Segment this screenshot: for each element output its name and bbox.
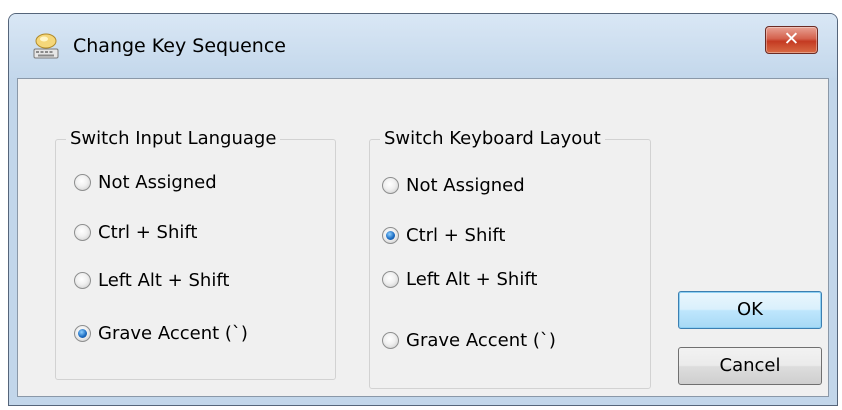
- change-key-sequence-dialog: Change Key Sequence ✕ Switch Input Langu…: [8, 13, 838, 406]
- group-title: Switch Input Language: [66, 128, 281, 149]
- dialog-title: Change Key Sequence: [73, 35, 286, 57]
- close-button[interactable]: ✕: [765, 26, 818, 54]
- radio-layout-not-assigned[interactable]: Not Assigned: [382, 175, 525, 196]
- radio-button-selected[interactable]: [382, 227, 399, 244]
- keyboard-icon: [33, 33, 59, 59]
- radio-input-not-assigned[interactable]: Not Assigned: [74, 172, 217, 193]
- radio-label: Ctrl + Shift: [406, 225, 506, 246]
- radio-label: Left Alt + Shift: [406, 269, 538, 290]
- radio-button[interactable]: [382, 177, 399, 194]
- ok-button[interactable]: OK: [678, 291, 822, 329]
- radio-input-left-alt-shift[interactable]: Left Alt + Shift: [74, 270, 229, 291]
- radio-input-ctrl-shift[interactable]: Ctrl + Shift: [74, 222, 197, 243]
- radio-button-selected[interactable]: [74, 325, 91, 342]
- close-icon: ✕: [783, 28, 800, 50]
- radio-label: Grave Accent (`): [98, 323, 248, 344]
- group-title: Switch Keyboard Layout: [380, 128, 605, 149]
- radio-label: Grave Accent (`): [406, 330, 556, 351]
- dialog-content: Switch Input Language Not Assigned Ctrl …: [17, 78, 829, 397]
- radio-layout-ctrl-shift[interactable]: Ctrl + Shift: [382, 225, 505, 246]
- radio-button[interactable]: [74, 174, 91, 191]
- radio-layout-left-alt-shift[interactable]: Left Alt + Shift: [382, 269, 537, 290]
- radio-label: Not Assigned: [98, 172, 217, 193]
- radio-button[interactable]: [382, 271, 399, 288]
- radio-label: Not Assigned: [406, 175, 525, 196]
- title-bar[interactable]: Change Key Sequence ✕: [9, 14, 837, 78]
- radio-input-grave-accent[interactable]: Grave Accent (`): [74, 323, 248, 344]
- switch-keyboard-layout-group: Switch Keyboard Layout Not Assigned Ctrl…: [369, 128, 651, 389]
- radio-button[interactable]: [74, 224, 91, 241]
- radio-label: Ctrl + Shift: [98, 222, 198, 243]
- switch-input-language-group: Switch Input Language Not Assigned Ctrl …: [55, 128, 336, 380]
- radio-button[interactable]: [74, 272, 91, 289]
- radio-button[interactable]: [382, 332, 399, 349]
- radio-layout-grave-accent[interactable]: Grave Accent (`): [382, 330, 556, 351]
- cancel-button[interactable]: Cancel: [678, 347, 822, 385]
- radio-label: Left Alt + Shift: [98, 270, 230, 291]
